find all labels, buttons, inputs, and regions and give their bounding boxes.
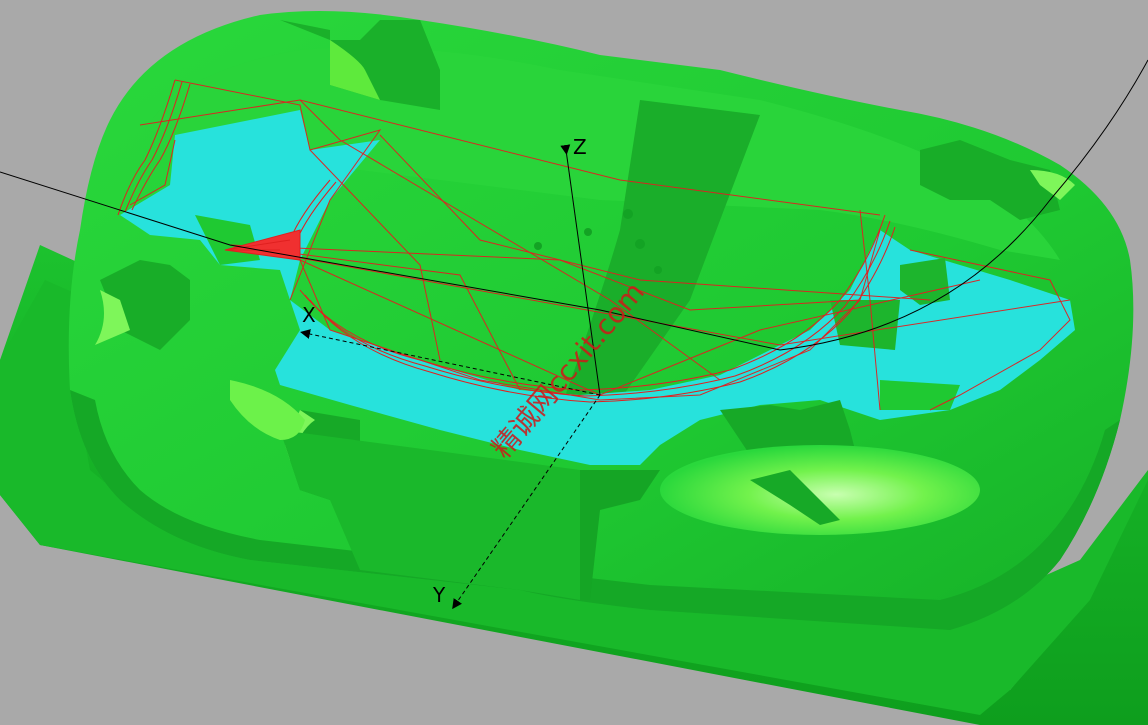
cad-viewport[interactable]: Z X Y 精诚网ccxit.com: [0, 0, 1148, 725]
x-axis-label: X: [302, 303, 316, 327]
pocket-wall-right-2: [830, 300, 900, 350]
y-axis-label: Y: [432, 583, 446, 607]
pocket-wall-right: [880, 380, 960, 410]
cad-model-canvas[interactable]: Z X Y 精诚网ccxit.com: [0, 0, 1148, 725]
z-axis-label: Z: [573, 135, 587, 159]
